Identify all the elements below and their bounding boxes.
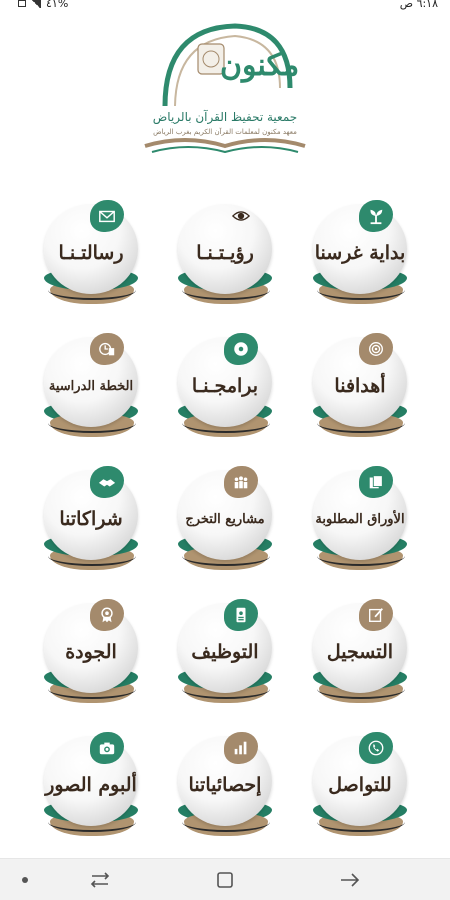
back-icon[interactable] [335, 869, 365, 891]
tile-contact[interactable]: للتواصل [305, 722, 415, 842]
tile-partnerships[interactable]: شراكاتنا [36, 456, 146, 576]
system-nav-bar [0, 858, 450, 900]
tile-label: أهدافنا [334, 375, 386, 397]
battery-level: %٤١ [46, 0, 69, 10]
tile-graduation-projects[interactable]: مشاريع التخرج [170, 456, 280, 576]
tile-beginning[interactable]: بداية غرسنا [305, 190, 415, 310]
tile-study-plan[interactable]: الخطة الدراسية [36, 323, 146, 443]
tile-label: رسالتـنـا [58, 242, 124, 264]
tile-message[interactable]: رسالتـنـا [36, 190, 146, 310]
status-bar: ٦:١٨ ص %٤١ [0, 0, 450, 12]
status-time: ٦:١٨ ص [399, 0, 438, 10]
tile-label: للتواصل [328, 774, 392, 796]
tile-label: الأوراق المطلوبة [315, 512, 405, 527]
tile-label: إحصائياتنا [188, 774, 262, 796]
tile-label: برامجـنـا [191, 375, 259, 397]
tile-label: رؤيـتـنـا [196, 242, 254, 264]
tile-label: التوظيف [191, 641, 259, 663]
dot-icon[interactable] [10, 869, 40, 891]
tile-quality[interactable]: الجودة [36, 589, 146, 709]
tile-label: بداية غرسنا [314, 242, 406, 264]
signal-icon [31, 0, 41, 8]
tile-required-docs[interactable]: الأوراق المطلوبة [305, 456, 415, 576]
logo-title: جمعية تحفيظ القرآن بالرياض [152, 110, 298, 124]
recents-icon[interactable] [85, 869, 115, 891]
tile-statistics[interactable]: إحصائياتنا [170, 722, 280, 842]
tile-photo-album[interactable]: ألبوم الصور [36, 722, 146, 842]
tile-goals[interactable]: أهدافنا [305, 323, 415, 443]
tile-label: الخطة الدراسية [48, 379, 134, 394]
tile-vision[interactable]: رؤيـتـنـا [170, 190, 280, 310]
logo-subtitle: معهد مكنون لمعلمات القرآن الكريم بغرب ال… [153, 128, 297, 136]
tile-label: ألبوم الصور [45, 774, 137, 796]
home-icon[interactable] [210, 869, 240, 891]
tile-label: مشاريع التخرج [185, 512, 265, 527]
logo-wordmark: مكنون [220, 48, 300, 83]
status-icons: %٤١ [18, 0, 68, 10]
tile-label: التسجيل [326, 641, 394, 663]
logo-emblem [144, 23, 306, 154]
tile-label: الجودة [65, 641, 117, 663]
tile-programs[interactable]: برامجـنـا [170, 323, 280, 443]
tile-label: شراكاتنا [59, 508, 123, 530]
association-logo: مكنون جمعية تحفيظ القرآن بالرياض معهد مك… [140, 18, 310, 158]
battery-icon [18, 0, 26, 7]
tile-employment[interactable]: التوظيف [170, 589, 280, 709]
tile-registration[interactable]: التسجيل [305, 589, 415, 709]
